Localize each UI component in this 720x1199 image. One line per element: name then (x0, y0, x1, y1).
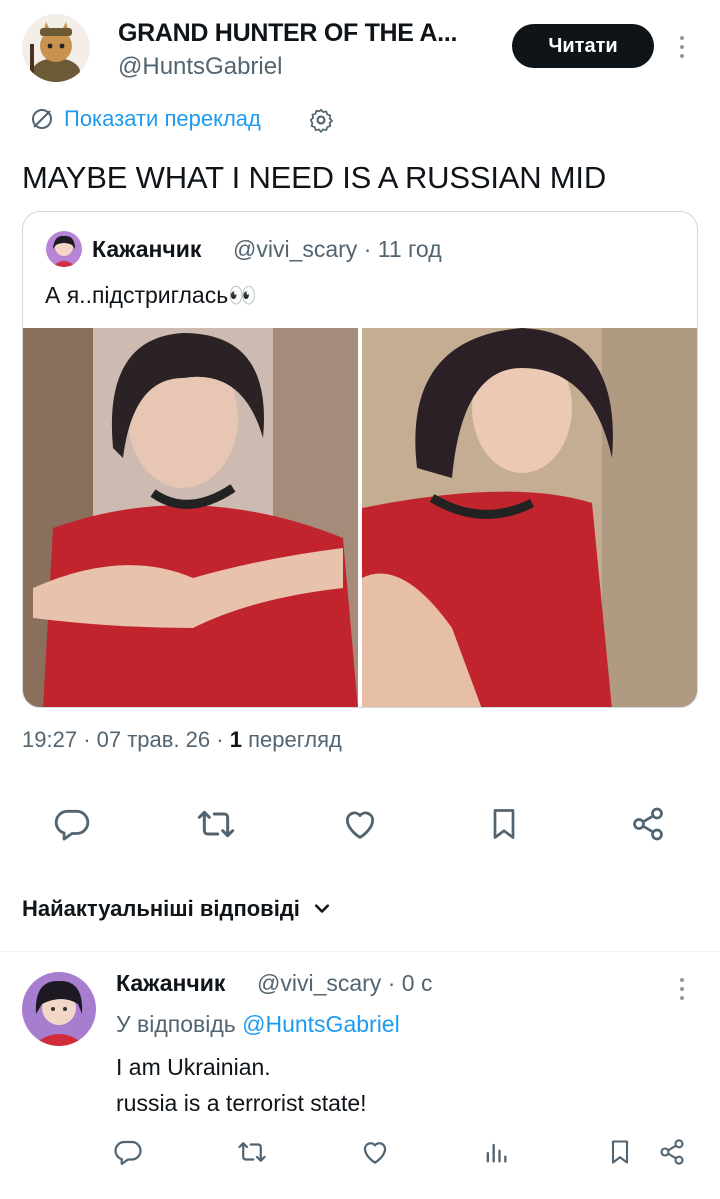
reply-views-button[interactable] (476, 1132, 516, 1172)
reply-icon (114, 1140, 142, 1165)
reply-reply-button[interactable] (108, 1132, 148, 1172)
quoted-author-handle[interactable]: @vivi_scary (233, 236, 357, 262)
replying-to: У відповідь @HuntsGabriel (116, 1011, 400, 1038)
translate-icon (32, 109, 52, 129)
reply-author-avatar[interactable] (22, 972, 96, 1046)
quoted-meta: @vivi_scary · 11 год (233, 236, 442, 262)
reply-more-vertical-icon[interactable] (678, 978, 686, 1000)
divider (0, 951, 720, 952)
reply-like-button[interactable] (355, 1132, 395, 1172)
reply-author-handle[interactable]: @vivi_scary (257, 970, 381, 996)
show-translation-link[interactable]: Показати переклад (30, 106, 261, 132)
like-icon (363, 1142, 387, 1164)
quoted-photo-2[interactable] (362, 328, 697, 707)
replying-to-mention[interactable]: @HuntsGabriel (242, 1011, 400, 1037)
reply-retweet-button[interactable] (232, 1132, 272, 1172)
reply-text-line-1: I am Ukrainian. (116, 1054, 271, 1080)
author-handle[interactable]: @HuntsGabriel (118, 53, 282, 81)
reply-share-button[interactable] (652, 1132, 692, 1172)
quoted-author-name[interactable]: Кажанчик (92, 236, 201, 263)
show-translation-label: Показати переклад (64, 106, 261, 131)
quoted-post[interactable]: Кажанчик @vivi_scary · 11 год А я..підст… (22, 211, 698, 708)
quoted-photo-1[interactable] (23, 328, 358, 707)
reply-author-name[interactable]: Кажанчик (116, 970, 225, 997)
reply-text-line-2: russia is a terrorist state! (116, 1090, 367, 1116)
views-label: перегляд (248, 727, 342, 752)
views-icon (486, 1143, 507, 1163)
chevron-down-icon (314, 904, 329, 913)
reply-icon (54, 809, 90, 841)
bookmark-icon (611, 1140, 629, 1164)
share-icon (633, 807, 663, 841)
author-avatar[interactable] (22, 14, 90, 82)
quoted-post-text: А я..підстриглась👀 (45, 282, 257, 308)
post-timestamp: 19:27 · 07 трав. 26 · 1 перегляд (22, 727, 342, 752)
reply-age: 0 с (401, 970, 433, 996)
reply-meta: @vivi_scary · 0 с (257, 970, 433, 996)
read-button[interactable]: Читати (512, 24, 654, 68)
quoted-post-age: 11 год (377, 236, 442, 262)
replying-to-prefix: У відповідь (116, 1011, 236, 1037)
quoted-author-avatar[interactable] (46, 231, 82, 267)
retweet-icon (238, 1142, 266, 1162)
post-text: MAYBE WHAT I NEED IS A RUSSIAN MID (22, 160, 607, 195)
share-button[interactable] (626, 802, 670, 846)
reply-button[interactable] (50, 802, 94, 846)
more-vertical-icon[interactable] (678, 36, 686, 58)
author-display-name[interactable]: GRAND HUNTER OF THE A... (118, 19, 457, 48)
replies-sort-dropdown[interactable]: Найактуальніші відповіді (22, 896, 332, 922)
retweet-icon (197, 810, 235, 838)
replies-sort-label: Найактуальніші відповіді (22, 896, 300, 921)
share-icon (660, 1139, 684, 1165)
gear-icon[interactable] (308, 107, 334, 133)
retweet-button[interactable] (194, 802, 238, 846)
bookmark-button[interactable] (482, 802, 526, 846)
post-date: 07 трав. 26 (96, 727, 211, 752)
views-count: 1 (229, 727, 242, 752)
like-icon (345, 811, 375, 839)
post-time: 19:27 (22, 727, 78, 752)
like-button[interactable] (338, 802, 382, 846)
bookmark-icon (493, 809, 515, 839)
reply-bookmark-button[interactable] (600, 1132, 640, 1172)
